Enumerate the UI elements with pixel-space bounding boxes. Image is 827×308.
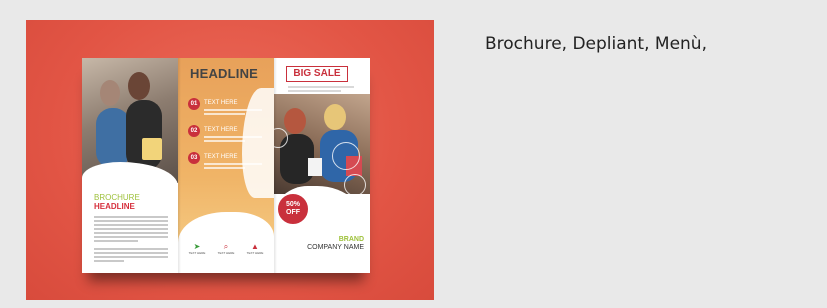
panel-headline: HEADLINE xyxy=(190,66,259,81)
list-item: 01 TEXT HERE xyxy=(188,98,268,125)
list-subtext xyxy=(204,136,262,144)
brochure-image: BROCHURE HEADLINE HEADLINE 01 TEXT HERE xyxy=(26,20,434,300)
figure-shape xyxy=(100,80,120,106)
figure-shape xyxy=(96,108,130,168)
footer-icon-item: ➤ TEXT HERE xyxy=(184,242,210,255)
footer-icon-label: TEXT HERE xyxy=(246,251,264,255)
list-item: 02 TEXT HERE xyxy=(188,125,268,152)
company-name: COMPANY NAME xyxy=(307,244,364,251)
list-number: 03 xyxy=(188,152,200,164)
figure-shape xyxy=(324,104,346,130)
trifold-brochure: BROCHURE HEADLINE HEADLINE 01 TEXT HERE xyxy=(82,58,370,273)
discount-badge: 50% OFF xyxy=(276,192,310,226)
brochure-panel-right: BIG SALE 50% OFF BRAND COMPANY NAME xyxy=(274,58,370,273)
brand-block: BRAND COMPANY NAME xyxy=(307,236,364,252)
footer-icon-item: ⌕ TEXT HERE xyxy=(213,242,239,255)
big-sale-label: BIG SALE xyxy=(286,66,348,82)
shopping-bag-shape xyxy=(142,138,162,160)
list-text: TEXT HERE xyxy=(204,127,238,133)
feature-list: 01 TEXT HERE 02 TEXT HERE 03 TEXT HERE xyxy=(188,98,268,179)
list-text: TEXT HERE xyxy=(204,154,238,160)
paper-plane-icon: ➤ xyxy=(193,242,201,251)
image-caption: Brochure, Depliant, Menù, xyxy=(485,34,707,54)
cover-title-line1: BROCHURE xyxy=(94,193,140,202)
person-icon: ▲ xyxy=(251,242,259,251)
list-number: 01 xyxy=(188,98,200,110)
fold-line xyxy=(274,58,277,273)
list-text: TEXT HERE xyxy=(204,100,238,106)
list-item: 03 TEXT HERE xyxy=(188,152,268,179)
brand-name: BRAND xyxy=(338,236,364,243)
brochure-panel-left: BROCHURE HEADLINE xyxy=(82,58,178,273)
shopping-bag-shape xyxy=(308,158,322,176)
list-subtext xyxy=(204,109,262,117)
footer-icon-label: TEXT HERE xyxy=(188,251,206,255)
body-text-lines xyxy=(288,86,354,94)
footer-icons: ➤ TEXT HERE ⌕ TEXT HERE ▲ TEXT HERE xyxy=(184,242,268,255)
list-number: 02 xyxy=(188,125,200,137)
figure-shape xyxy=(284,108,306,134)
body-text-lines xyxy=(94,216,168,244)
body-text-lines xyxy=(94,248,168,264)
discount-off: OFF xyxy=(286,209,300,216)
figure-shape xyxy=(128,72,150,100)
cover-title: BROCHURE HEADLINE xyxy=(94,193,140,211)
footer-icon-label: TEXT HERE xyxy=(217,251,235,255)
footer-icon-item: ▲ TEXT HERE xyxy=(242,242,268,255)
brochure-panel-middle: HEADLINE 01 TEXT HERE 02 TEXT HERE 03 TE… xyxy=(178,58,274,273)
decor-circle xyxy=(332,142,360,170)
search-icon: ⌕ xyxy=(223,242,229,251)
discount-percent: 50% xyxy=(285,201,300,208)
fold-line xyxy=(178,58,181,273)
list-subtext xyxy=(204,163,262,171)
cover-title-line2: HEADLINE xyxy=(94,202,135,211)
decor-circle xyxy=(344,174,366,196)
